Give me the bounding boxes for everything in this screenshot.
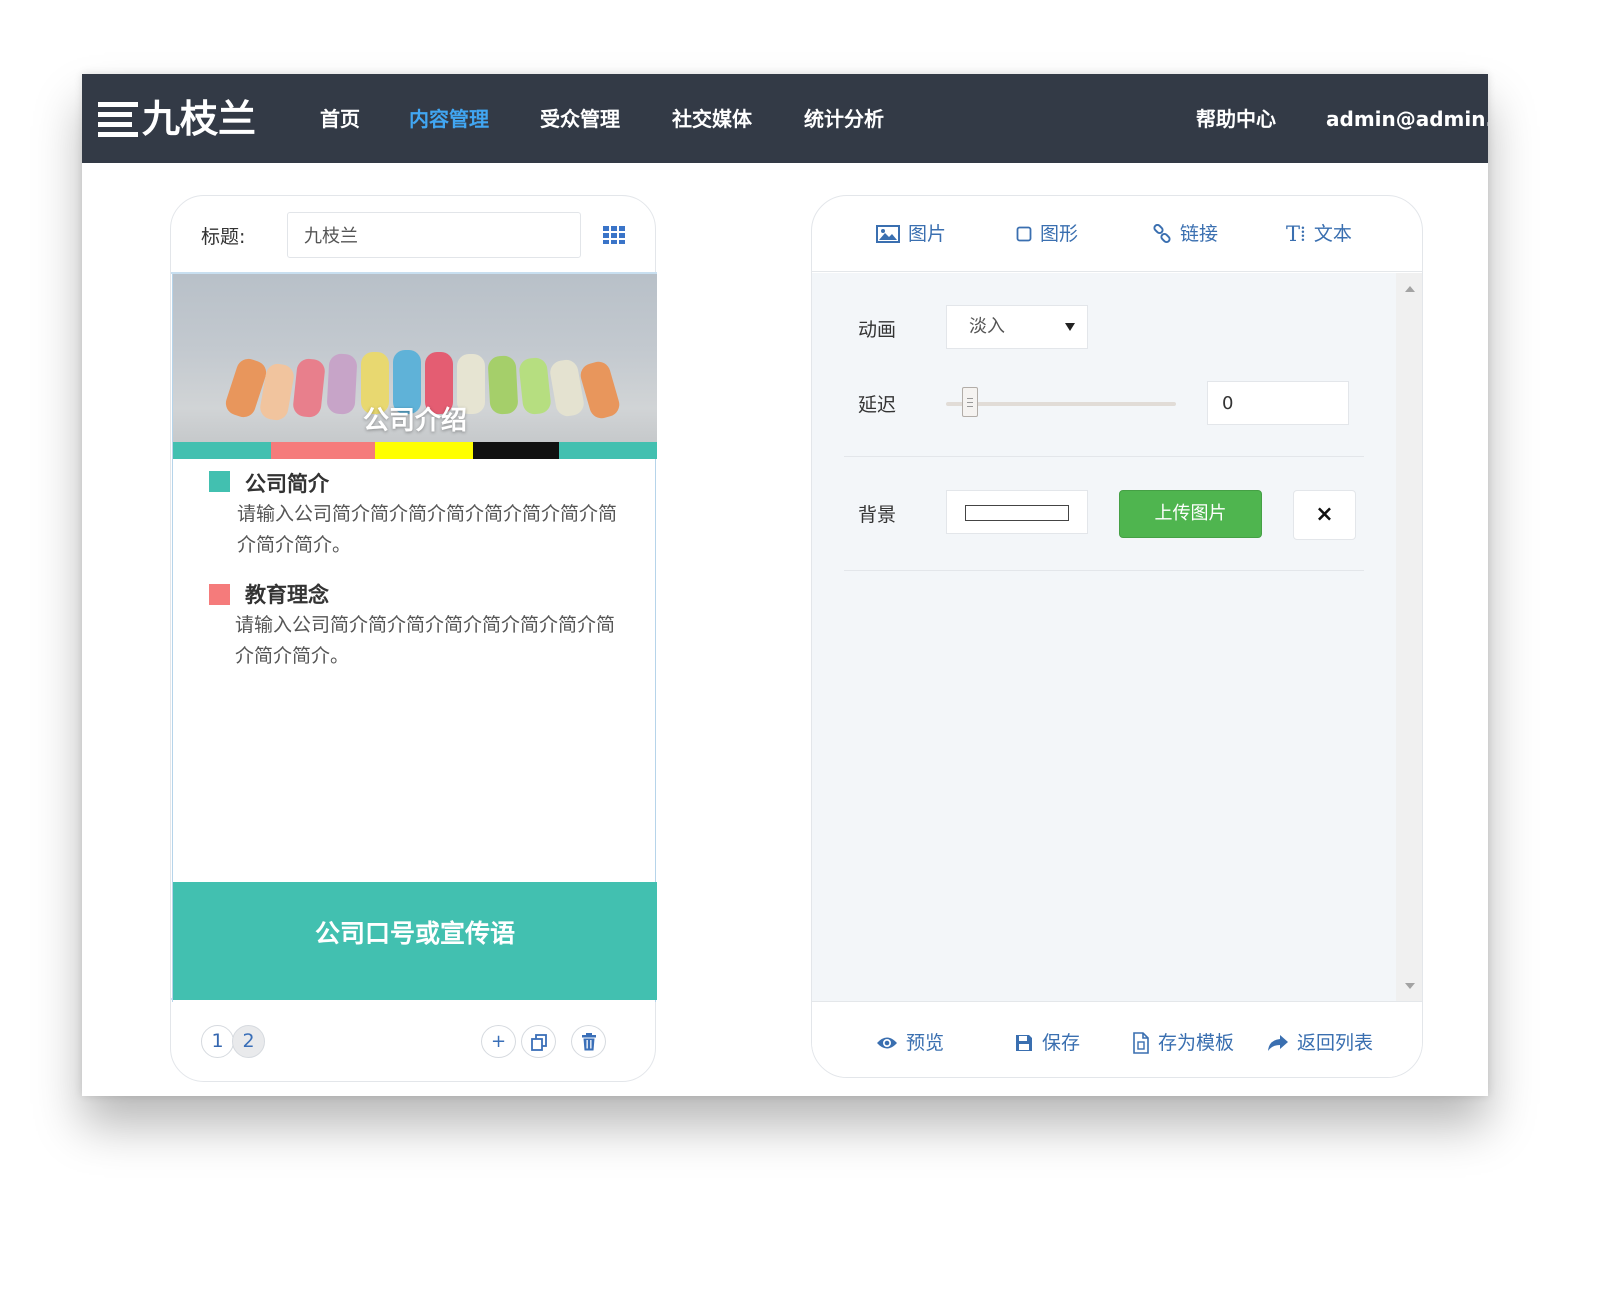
back-to-list-label: 返回列表 (1297, 1032, 1374, 1054)
section-body[interactable]: 请输入公司简介简介简介简介简介简介简介简介简介简介。 (235, 610, 627, 672)
panel-body: 动画 淡入 延迟 背景 上传图片 × (812, 273, 1422, 1001)
slogan-banner[interactable]: 公司口号或宣传语 (173, 882, 657, 1000)
tab-image[interactable]: 图片 (876, 220, 946, 248)
save-icon (1016, 1035, 1032, 1051)
link-icon (1153, 224, 1171, 244)
insert-tabs: 图片 图形 链接 T⁞ 文本 (812, 196, 1422, 272)
hero-caption: 公司介绍 (362, 406, 467, 436)
close-icon: × (1315, 502, 1334, 527)
color-bar-segment (173, 442, 271, 459)
eye-icon (877, 1037, 897, 1049)
color-bar-segment (559, 442, 657, 459)
nav-user-account[interactable]: admin@admin.c (1326, 104, 1488, 134)
share-arrow-icon (1268, 1035, 1288, 1051)
delay-label: 延迟 (858, 394, 897, 416)
delete-page-button[interactable] (571, 1025, 606, 1058)
page-button-2[interactable]: 2 (232, 1025, 265, 1058)
section-title[interactable]: 公司简介 (245, 468, 329, 498)
color-bar-segment (375, 442, 473, 459)
phone-preview-card: 标题: 九枝兰 公司介绍 公司简介 请输入公司简介简介简介简介简介简介简介简介简… (170, 195, 657, 1082)
copy-page-button[interactable] (521, 1025, 556, 1058)
animation-select[interactable]: 淡入 (946, 305, 1088, 349)
title-input[interactable] (287, 212, 581, 258)
add-page-button[interactable]: + (481, 1025, 516, 1058)
scroll-up-icon[interactable] (1405, 286, 1415, 292)
page-button-1[interactable]: 1 (201, 1025, 234, 1058)
tab-link[interactable]: 链接 (1152, 220, 1218, 248)
save-button[interactable]: 保存 (1014, 1030, 1080, 1056)
trash-icon (581, 1033, 596, 1051)
tab-shape[interactable]: 图形 (1016, 220, 1078, 248)
background-label: 背景 (858, 504, 897, 526)
page-pager: 1 2 (201, 1025, 265, 1058)
nav-help-link[interactable]: 帮助中心 (1196, 104, 1276, 134)
color-bar-segment (473, 442, 559, 459)
file-icon (1133, 1032, 1149, 1054)
delay-slider-track[interactable] (946, 402, 1176, 406)
background-color-picker[interactable] (946, 490, 1088, 534)
title-row: 标题: (171, 196, 655, 274)
delay-input[interactable] (1207, 381, 1349, 425)
tab-image-label: 图片 (908, 223, 947, 245)
nav-item-audience[interactable]: 受众管理 (540, 104, 620, 134)
title-label: 标题: (201, 226, 246, 248)
delay-slider-handle[interactable] (962, 387, 978, 417)
hero-image[interactable]: 公司介绍 (173, 274, 657, 442)
divider (844, 570, 1364, 571)
canvas-frame: 公司介绍 公司简介 请输入公司简介简介简介简介简介简介简介简介简介简介。 教育理… (172, 274, 657, 1002)
logo-mark-icon (98, 100, 138, 138)
properties-panel: 图片 图形 链接 T⁞ 文本 动画 淡入 延迟 0 背景 上传图片 × 预览 保… (811, 195, 1423, 1078)
color-swatch (965, 505, 1069, 521)
image-icon (876, 225, 900, 243)
save-template-label: 存为模板 (1158, 1032, 1235, 1054)
upload-image-button[interactable]: 上传图片 (1119, 490, 1262, 538)
tab-shape-label: 图形 (1040, 223, 1079, 245)
text-icon: T⁞ (1286, 222, 1306, 246)
tab-text-label: 文本 (1313, 223, 1352, 245)
clear-background-button[interactable]: × (1293, 490, 1356, 540)
tab-text[interactable]: T⁞ 文本 (1286, 220, 1352, 248)
panel-scrollbar[interactable] (1396, 273, 1422, 1001)
top-navbar: 九枝兰 首页 内容管理 受众管理 社交媒体 统计分析 帮助中心 admin@ad… (82, 74, 1488, 163)
brand-logo[interactable]: 九枝兰 (98, 98, 256, 140)
page-canvas[interactable]: 公司介绍 公司简介 请输入公司简介简介简介简介简介简介简介简介简介简介。 教育理… (171, 272, 657, 1002)
animation-label: 动画 (858, 319, 897, 341)
animation-value: 淡入 (969, 316, 1005, 337)
tab-link-label: 链接 (1180, 223, 1219, 245)
caret-down-icon (1065, 323, 1075, 331)
panel-footer: 预览 保存 存为模板 返回列表 (812, 1001, 1422, 1077)
copy-icon (530, 1034, 547, 1051)
divider (844, 456, 1364, 457)
back-to-list-button[interactable]: 返回列表 (1267, 1030, 1373, 1056)
nav-item-home[interactable]: 首页 (320, 104, 360, 134)
nav-item-content[interactable]: 内容管理 (409, 104, 489, 134)
save-label: 保存 (1042, 1032, 1081, 1054)
scroll-down-icon[interactable] (1405, 983, 1415, 989)
preview-label: 预览 (906, 1032, 945, 1054)
section-title[interactable]: 教育理念 (245, 579, 329, 609)
nav-item-stats[interactable]: 统计分析 (804, 104, 884, 134)
app-window: 九枝兰 首页 内容管理 受众管理 社交媒体 统计分析 帮助中心 admin@ad… (82, 74, 1488, 1096)
logo-text: 九枝兰 (142, 97, 257, 141)
square-icon (1016, 226, 1032, 242)
section-marker (209, 471, 230, 492)
preview-button[interactable]: 预览 (876, 1030, 944, 1056)
color-bar-segment (271, 442, 375, 459)
section-marker (209, 584, 230, 605)
section-body[interactable]: 请输入公司简介简介简介简介简介简介简介简介简介简介。 (237, 499, 629, 561)
save-template-button[interactable]: 存为模板 (1132, 1030, 1234, 1056)
nav-item-social[interactable]: 社交媒体 (672, 104, 752, 134)
grid-icon[interactable] (603, 226, 625, 244)
